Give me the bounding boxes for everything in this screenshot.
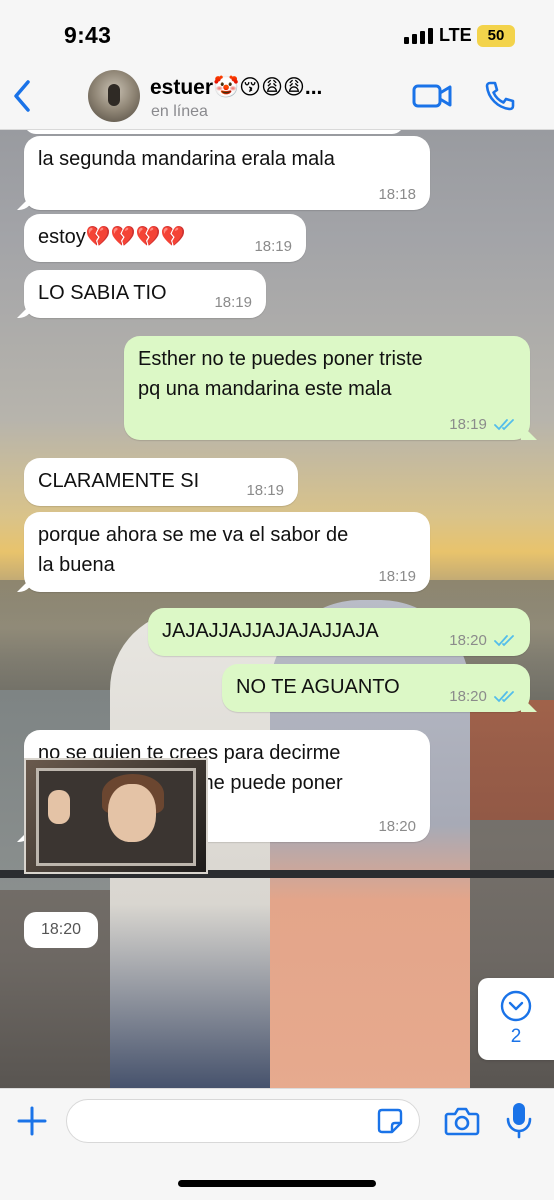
message-time: 18:19 [378, 568, 416, 585]
contact-status: en línea [151, 103, 208, 120]
message-time: 18:20 [449, 632, 487, 649]
message-time: 18:19 [449, 416, 487, 433]
sticker-hand [48, 790, 70, 824]
contact-name[interactable]: estuer🤡😚😩😩... [150, 75, 322, 100]
back-chevron-icon[interactable] [10, 78, 36, 114]
double-check-icon [494, 691, 514, 703]
message-time: 18:19 [246, 482, 284, 499]
phone-call-icon[interactable] [484, 80, 516, 112]
message-time-status: 18:20 [449, 688, 516, 706]
microphone-icon[interactable] [506, 1101, 532, 1139]
message-text: porque ahora se me va el sabor de la bue… [38, 524, 349, 576]
sticker-icon[interactable] [376, 1107, 404, 1135]
plus-icon[interactable] [16, 1105, 48, 1137]
message-time-status: 18:19 [449, 416, 516, 434]
sticker-time: 18:20 [24, 912, 98, 948]
scroll-to-bottom-button[interactable]: 2 [478, 978, 554, 1060]
chat-header: estuer🤡😚😩😩... en línea [0, 66, 554, 130]
message-bubble-incoming[interactable]: CLARAMENTE SI 18:19 [24, 458, 298, 506]
status-time: 9:43 [64, 22, 112, 48]
unread-count: 2 [510, 1026, 522, 1047]
message-time-status: 18:20 [449, 632, 516, 650]
double-check-icon [494, 635, 514, 647]
message-time: 18:19 [254, 238, 292, 255]
contact-avatar[interactable] [88, 70, 140, 122]
message-text: la segunda mandarina erala mala [38, 148, 335, 170]
double-check-icon [494, 419, 514, 431]
sticker-message[interactable] [24, 758, 208, 874]
message-time: 18:20 [449, 688, 487, 705]
message-bubble-outgoing[interactable]: JAJAJJAJJAJAJAJJAJA 18:20 [148, 608, 530, 656]
message-bubble-outgoing[interactable]: NO TE AGUANTO 18:20 [222, 664, 530, 712]
battery-icon: 50 [477, 25, 515, 47]
signal-icon [404, 28, 433, 44]
message-text: Esther no te puedes poner triste pq una … [138, 348, 423, 400]
message-bubble-incoming[interactable]: estoy💔💔💔💔 18:19 [24, 214, 306, 262]
partial-message-bubble [24, 130, 404, 134]
message-bubble-outgoing[interactable]: Esther no te puedes poner triste pq una … [124, 336, 530, 440]
home-indicator[interactable] [178, 1180, 376, 1187]
video-call-icon[interactable] [412, 82, 452, 110]
message-bubble-incoming[interactable]: LO SABIA TIO 18:19 [24, 270, 266, 318]
message-input[interactable] [66, 1099, 420, 1143]
message-bubble-incoming[interactable]: porque ahora se me va el sabor de la bue… [24, 512, 430, 592]
camera-icon[interactable] [444, 1105, 480, 1137]
message-time: 18:18 [378, 186, 416, 203]
message-time: 18:19 [214, 294, 252, 311]
chevron-down-icon [500, 990, 532, 1022]
status-bar: 9:43 LTE 50 [0, 0, 554, 66]
message-time: 18:20 [378, 818, 416, 835]
sticker-face [108, 784, 156, 842]
network-type: LTE [439, 25, 472, 45]
message-bubble-incoming[interactable]: la segunda mandarina erala mala 18:18 [24, 136, 430, 210]
